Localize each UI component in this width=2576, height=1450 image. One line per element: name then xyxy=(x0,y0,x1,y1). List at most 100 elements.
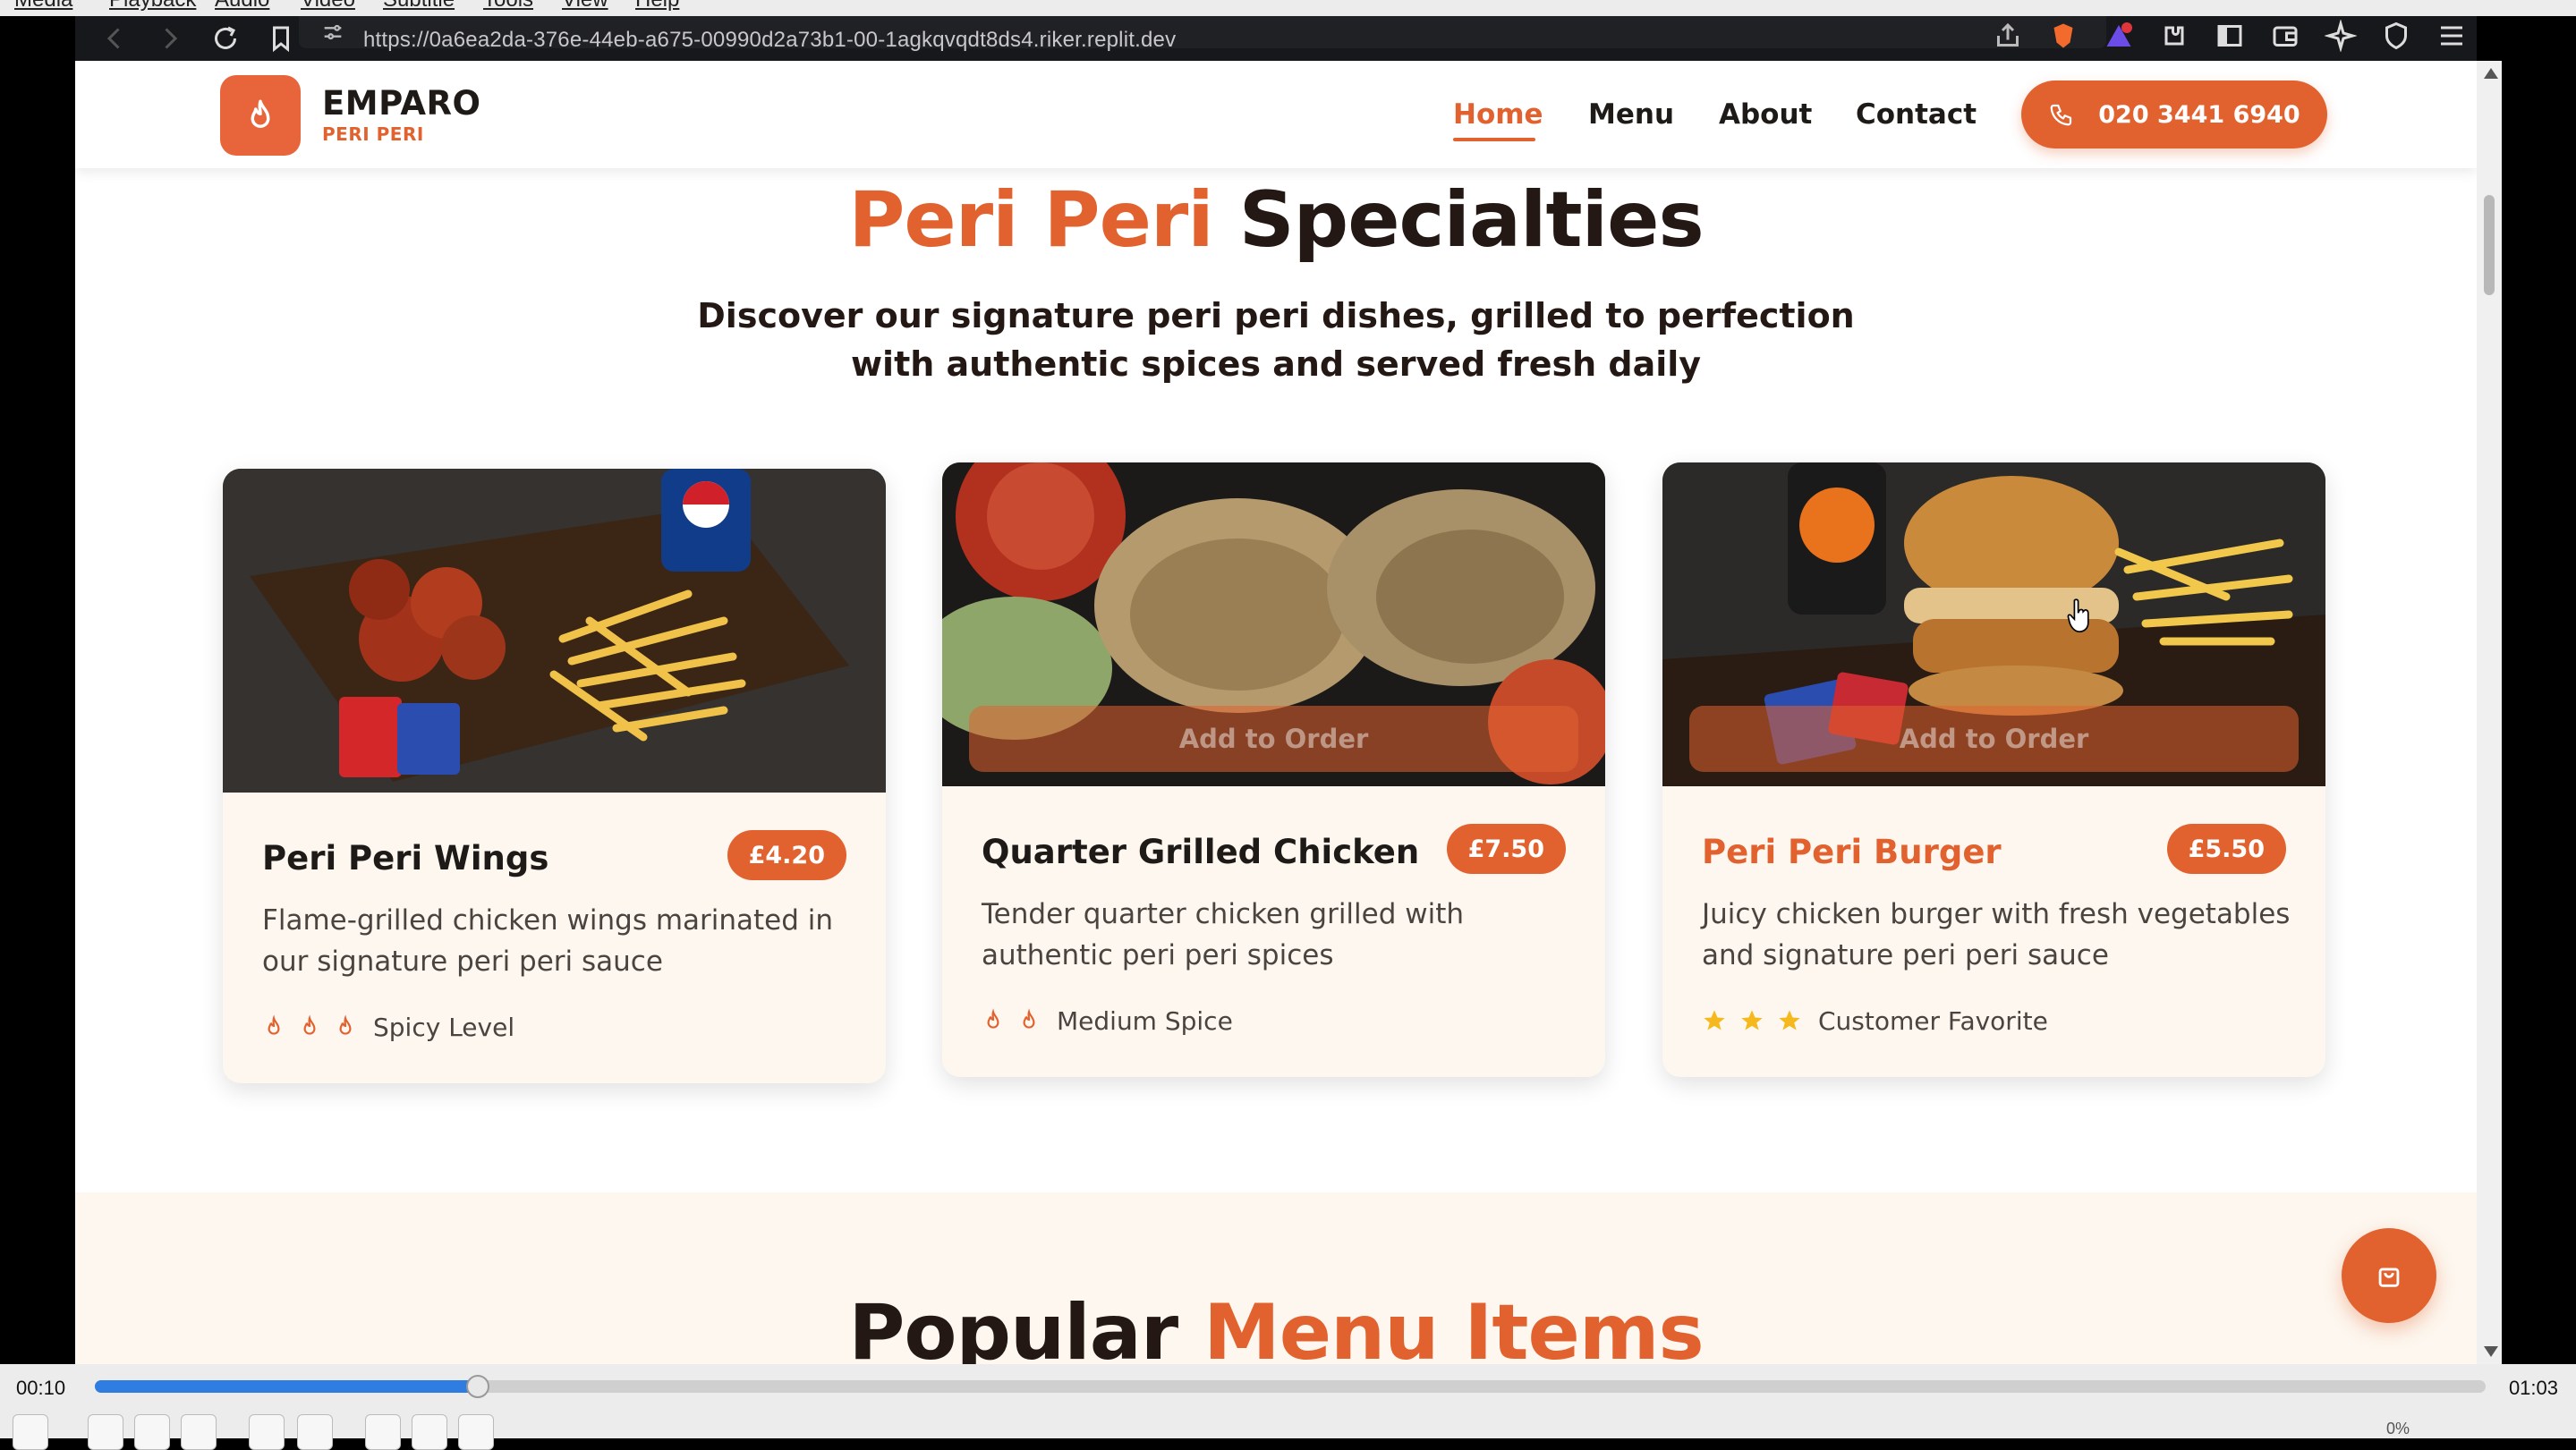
nav-about[interactable]: About xyxy=(1719,98,1812,131)
star-icon xyxy=(1704,1010,1725,1030)
brave-shield-icon[interactable] xyxy=(2047,20,2079,52)
flame-icon xyxy=(987,1008,999,1029)
sidebar-icon[interactable] xyxy=(2214,20,2246,52)
card-meta: Customer Favorite xyxy=(1702,1003,2048,1039)
stop-icon[interactable] xyxy=(134,1414,170,1450)
scroll-up-arrow-icon[interactable] xyxy=(2484,68,2498,79)
volume-label: 0% xyxy=(2385,1420,2410,1437)
card-meta: Spicy Level xyxy=(262,1009,514,1045)
add-to-order-button[interactable]: Add to Order xyxy=(1689,706,2299,772)
nav-home[interactable]: Home xyxy=(1453,98,1543,131)
forward-icon[interactable] xyxy=(154,22,186,55)
card-name: Quarter Grilled Chicken xyxy=(982,833,1420,871)
player-menu-help[interactable]: Help xyxy=(635,0,679,13)
logo-badge[interactable] xyxy=(220,75,301,156)
seek-handle[interactable] xyxy=(465,1375,489,1398)
hand-cursor-icon xyxy=(2067,598,2089,633)
playlist-icon[interactable] xyxy=(365,1414,401,1450)
popular-title: Popular Menu Items xyxy=(75,1288,2477,1364)
url-text: https://0a6ea2da-376e-44eb-a675-00990d2a… xyxy=(363,28,1177,52)
player-menu-video[interactable]: Video xyxy=(301,0,355,13)
phone-icon xyxy=(2050,104,2072,126)
time-elapsed: 00:10 xyxy=(16,1377,66,1399)
player-menu-media[interactable]: Media xyxy=(14,0,72,13)
play-icon[interactable] xyxy=(13,1414,48,1450)
popular-title-rest: Popular xyxy=(848,1288,1178,1364)
previous-icon[interactable] xyxy=(88,1414,123,1450)
brand-name[interactable]: EMPARO xyxy=(322,84,480,123)
flame-icon xyxy=(268,1014,280,1035)
brave-rewards-icon[interactable] xyxy=(2103,20,2135,52)
card-meta-label: Medium Spice xyxy=(1057,1005,1233,1036)
browser-nav-buttons xyxy=(98,16,297,61)
next-icon[interactable] xyxy=(181,1414,217,1450)
burger-photo: Add to Order xyxy=(1662,462,2325,786)
vpn-icon[interactable] xyxy=(2380,20,2412,52)
wallet-icon[interactable] xyxy=(2269,20,2301,52)
fullscreen-icon[interactable] xyxy=(249,1414,285,1450)
flame-logo-icon xyxy=(251,99,270,128)
price-badge: £4.20 xyxy=(727,830,846,880)
phone-number: 020 3441 6940 xyxy=(2098,100,2300,129)
nav-active-underline xyxy=(1453,138,1535,141)
add-to-order-button[interactable]: Add to Order xyxy=(969,706,1578,772)
time-total: 01:03 xyxy=(2508,1377,2558,1399)
bookmark-icon[interactable] xyxy=(265,22,297,55)
flame-icon xyxy=(1023,1008,1035,1029)
player-menu-subtitle[interactable]: Subtitle xyxy=(383,0,455,13)
equalizer-icon[interactable] xyxy=(297,1414,333,1450)
card-name: Peri Peri Wings xyxy=(262,839,549,878)
nav-menu[interactable]: Menu xyxy=(1588,98,1674,131)
back-icon[interactable] xyxy=(98,22,131,55)
seek-bar[interactable] xyxy=(95,1375,2486,1398)
price-badge: £5.50 xyxy=(2166,824,2286,874)
cart-floating-button[interactable] xyxy=(2342,1228,2436,1323)
phone-call-button[interactable]: 020 3441 6940 xyxy=(2021,81,2327,148)
scrollbar-thumb[interactable] xyxy=(2484,195,2495,295)
card-description: Juicy chicken burger with fresh vegetabl… xyxy=(1702,898,2291,971)
spice-rating xyxy=(982,1007,1041,1034)
player-menu-view[interactable]: View xyxy=(562,0,608,13)
chicken-photo: Add to Order xyxy=(942,462,1605,786)
page-viewport: EMPARO PERI PERI Home Menu About Contact… xyxy=(75,61,2477,1364)
specialties-title-accent: Peri Peri xyxy=(848,175,1213,265)
specialty-card-wings[interactable]: Peri Peri Wings £4.20 Flame-grilled chic… xyxy=(223,469,886,1083)
specialties-subtitle: Discover our signature peri peri dishes,… xyxy=(697,296,1855,384)
player-controls: 00:10 01:03 0% xyxy=(0,1364,2576,1450)
flame-icon xyxy=(303,1014,316,1035)
site-settings-icon[interactable] xyxy=(320,20,345,45)
specialties-title-rest: Specialties xyxy=(1238,175,1705,265)
nav-contact[interactable]: Contact xyxy=(1856,98,1977,131)
player-menu-audio[interactable]: Audio xyxy=(215,0,269,13)
brand-tagline: PERI PERI xyxy=(322,123,424,145)
specialty-card-burger[interactable]: Add to Order Peri Peri Burger £5.50 Juic… xyxy=(1662,462,2325,1077)
shuffle-icon[interactable] xyxy=(458,1414,494,1450)
loop-icon[interactable] xyxy=(412,1414,447,1450)
hamburger-menu-icon[interactable] xyxy=(2436,20,2468,52)
playback-buttons xyxy=(0,1411,2576,1450)
star-icon xyxy=(1779,1010,1800,1030)
popular-title-accent: Menu Items xyxy=(1203,1288,1705,1364)
page-scrollbar[interactable] xyxy=(2477,61,2502,1364)
player-menu-playback[interactable]: Playback xyxy=(109,0,196,13)
wings-photo xyxy=(223,469,886,793)
card-description: Flame-grilled chicken wings marinated in… xyxy=(262,904,834,978)
reload-icon[interactable] xyxy=(209,22,242,55)
site-header: EMPARO PERI PERI Home Menu About Contact… xyxy=(75,61,2477,168)
price-badge: £7.50 xyxy=(1446,824,1566,874)
extensions-icon[interactable] xyxy=(2158,20,2190,52)
star-icon xyxy=(1741,1010,1763,1030)
player-menu-tools[interactable]: Tools xyxy=(483,0,533,13)
card-meta: Medium Spice xyxy=(982,1003,1233,1039)
card-meta-label: Customer Favorite xyxy=(1818,1005,2048,1036)
leo-ai-icon[interactable] xyxy=(2325,20,2357,52)
share-icon[interactable] xyxy=(1992,20,2024,52)
scroll-down-arrow-icon[interactable] xyxy=(2484,1346,2498,1357)
spice-rating xyxy=(262,1013,357,1040)
browser-extension-icons xyxy=(1992,20,2468,52)
seek-progress xyxy=(95,1380,478,1393)
browser-toolbar: https://0a6ea2da-376e-44eb-a675-00990d2a… xyxy=(75,16,2477,61)
star-rating xyxy=(1702,1008,1802,1033)
specialties-title: Peri Peri Specialties xyxy=(75,175,2477,265)
specialty-card-chicken[interactable]: Add to Order Quarter Grilled Chicken £7.… xyxy=(942,462,1605,1077)
